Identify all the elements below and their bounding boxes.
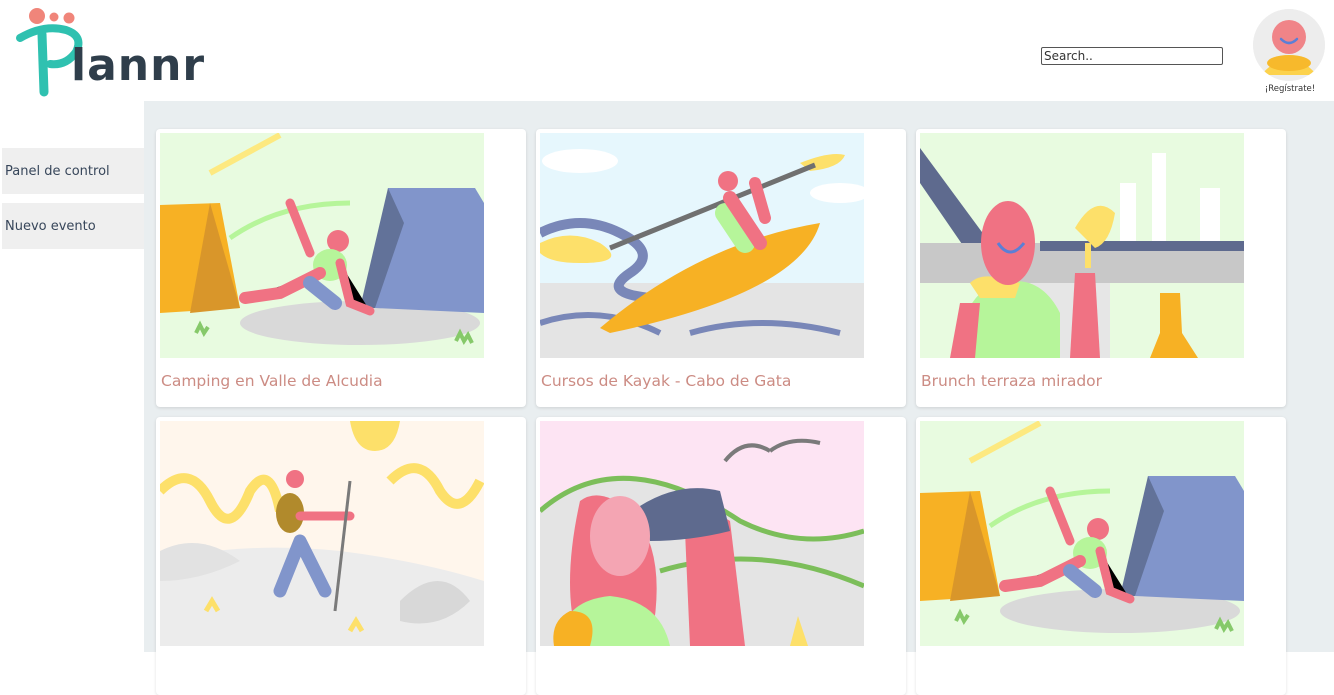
- search-input[interactable]: [1041, 47, 1223, 65]
- event-card[interactable]: Cursos de Kayak - Cabo de Gata: [536, 129, 906, 407]
- sidebar-item-panel-de-control[interactable]: Panel de control: [2, 148, 144, 194]
- brunch-illustration: [920, 133, 1244, 358]
- sidebar-item-label: Panel de control: [5, 163, 110, 179]
- camping-illustration: [160, 133, 484, 358]
- logo-wordmark: lannr: [71, 40, 206, 91]
- sidebar-item-label: Nuevo evento: [5, 218, 96, 234]
- events-grid: Camping en Valle de Alcudia Cursos de Ka…: [144, 101, 1334, 695]
- event-card[interactable]: [916, 417, 1286, 695]
- avatar: [1253, 9, 1325, 81]
- event-card[interactable]: [156, 417, 526, 695]
- binoculars-illustration: [540, 421, 864, 646]
- camping-illustration: [920, 421, 1244, 646]
- event-title: Cursos de Kayak - Cabo de Gata: [541, 372, 792, 390]
- event-title: Camping en Valle de Alcudia: [161, 372, 383, 390]
- kayak-illustration: [540, 133, 864, 358]
- event-card[interactable]: [536, 417, 906, 695]
- header: lannr ¡Regístrate!: [0, 0, 1334, 101]
- event-title: Brunch terraza mirador: [921, 372, 1103, 390]
- event-card[interactable]: Camping en Valle de Alcudia: [156, 129, 526, 407]
- user-avatar-icon: [1253, 9, 1325, 81]
- register-button[interactable]: ¡Regístrate!: [1253, 9, 1327, 99]
- hiking-illustration: [160, 421, 484, 646]
- plannr-logo[interactable]: lannr: [14, 6, 204, 98]
- sidebar: Panel de control Nuevo evento: [0, 101, 144, 652]
- event-card[interactable]: Brunch terraza mirador: [916, 129, 1286, 407]
- sidebar-item-nuevo-evento[interactable]: Nuevo evento: [2, 203, 144, 249]
- register-label: ¡Regístrate!: [1264, 84, 1316, 94]
